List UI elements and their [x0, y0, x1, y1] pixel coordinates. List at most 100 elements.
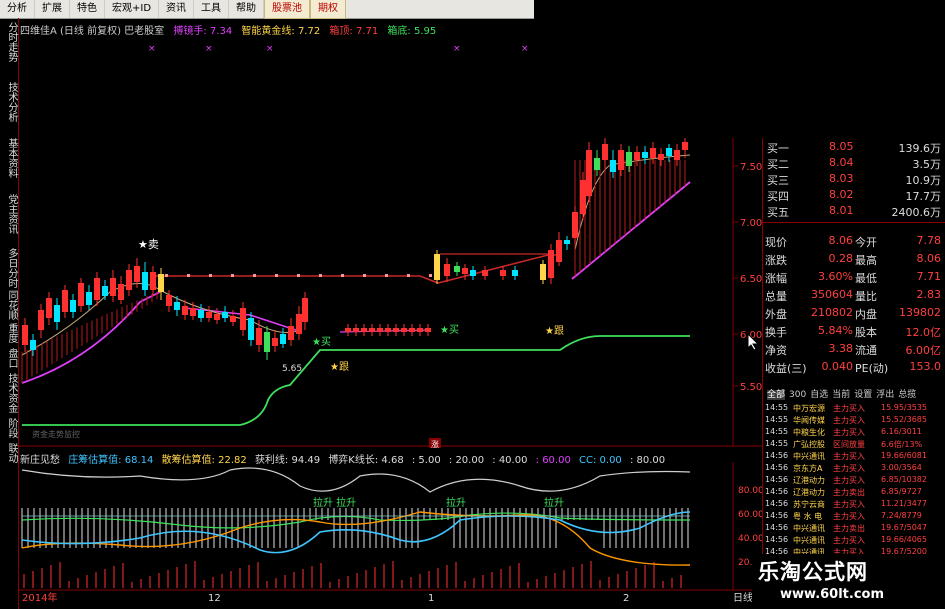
- stat-value: 0.040: [821, 360, 854, 373]
- candle: [564, 236, 570, 250]
- radar-row[interactable]: 14:56 中兴通讯 主力卖出 19.67/5047: [763, 523, 945, 534]
- menu-item[interactable]: 扩展: [35, 0, 70, 18]
- orderbook-volume: 3.5万: [912, 158, 942, 171]
- radar-row[interactable]: 14:55 中粮生化 主力买入 6.16/3011: [763, 427, 945, 438]
- menu-item[interactable]: 股票池: [264, 0, 311, 19]
- radar-row[interactable]: 14:56 中兴通讯 主力买入 19.66/6081: [763, 451, 945, 462]
- side-tab[interactable]: 重度: [1, 323, 17, 343]
- candle: [462, 264, 468, 280]
- radar-value: 19.67/5047: [881, 523, 927, 532]
- orderbook-row: 买五 8.01 2400.6万: [763, 204, 945, 219]
- ma-line: [21, 283, 301, 356]
- candle: [512, 266, 518, 280]
- side-tab[interactable]: 分时走势: [1, 22, 17, 62]
- indicator-value: : 5.00: [411, 455, 441, 466]
- candle: [22, 318, 28, 352]
- radar-time: 14:56: [765, 487, 789, 496]
- candle: [401, 324, 407, 336]
- candle: [272, 330, 278, 352]
- stat-label: PE(动): [855, 362, 889, 375]
- radar-row[interactable]: 14:55 广弘控股 区间放量 6.6倍/13%: [763, 439, 945, 450]
- radar-stock: 中万宏源: [793, 404, 825, 413]
- candle: [70, 294, 76, 318]
- top-marker: ×: [266, 44, 274, 54]
- indicator-line: [21, 467, 691, 493]
- radar-tab[interactable]: 总揽: [898, 390, 916, 400]
- side-tab[interactable]: 党主资讯: [1, 194, 17, 234]
- candle: [454, 262, 460, 276]
- watermark-url: www.60lt.com: [780, 587, 885, 602]
- side-tab[interactable]: 同花顺: [1, 290, 17, 320]
- candle: [280, 328, 286, 348]
- candle: [377, 324, 383, 336]
- radar-value: 3.00/3564: [881, 463, 922, 472]
- date-label: 1: [428, 593, 434, 604]
- menu-item[interactable]: 期权: [310, 0, 347, 19]
- radar-time: 14:56: [765, 511, 789, 520]
- side-tab[interactable]: 技术: [1, 373, 17, 393]
- menu-item[interactable]: 资讯: [159, 0, 195, 18]
- radar-row[interactable]: 14:56 粤 水 电 主力买入 7.24/8779: [763, 511, 945, 522]
- radar-time: 14:56: [765, 523, 789, 532]
- candle: [54, 298, 60, 330]
- radar-row[interactable]: 14:56 中兴通讯 主力买入 19.66/4065: [763, 535, 945, 546]
- quote-stat-row: 涨跌 0.28 最高 8.06: [763, 252, 945, 267]
- candle: [610, 150, 616, 178]
- side-tab[interactable]: 阶段: [1, 418, 17, 438]
- indicator-tick-label: 60.00: [738, 510, 764, 520]
- candle: [110, 270, 116, 302]
- quote-stat-row: 收益(三) 0.040 PE(动) 153.0: [763, 360, 945, 375]
- quote-panel: 买一 8.05 139.6万 买二 8.04 3.5万 买三 8.03 10.9万 买四 8.02 1…: [762, 138, 945, 387]
- radar-row[interactable]: 14:56 辽港动力 主力卖出 6.85/9727: [763, 487, 945, 498]
- side-tab[interactable]: 技术分析: [1, 82, 17, 122]
- radar-row[interactable]: 14:56 京东方A 主力买入 3.00/3564: [763, 463, 945, 474]
- side-tab[interactable]: 多日分时: [1, 248, 17, 288]
- candle: [572, 206, 578, 244]
- candle: [126, 264, 132, 296]
- side-tab[interactable]: 联动: [1, 443, 17, 463]
- box-marker: [231, 274, 234, 277]
- radar-tab[interactable]: 当前: [832, 390, 850, 400]
- radar-row[interactable]: 14:56 苏宁云商 主力买入 11.21/3477: [763, 499, 945, 510]
- candle: [618, 144, 624, 176]
- radar-action: 主力卖出: [833, 524, 865, 533]
- box-marker: [165, 274, 168, 277]
- radar-action: 主力买入: [833, 536, 865, 545]
- box-top-line: [150, 254, 560, 284]
- side-tab[interactable]: 盘口: [1, 348, 17, 368]
- pull-up-label: 拉升: [544, 496, 564, 509]
- menu-item[interactable]: 分析: [0, 0, 35, 18]
- bottom-note: 资金走势监控: [32, 429, 80, 439]
- radar-row[interactable]: 14:55 华闻传媒 主力买入 15.52/3685: [763, 415, 945, 426]
- menu-item[interactable]: 工具: [194, 0, 230, 18]
- side-tab[interactable]: 资金: [1, 393, 17, 413]
- stat-label: 净资: [765, 344, 787, 357]
- orderbook-row: 买四 8.02 17.7万: [763, 188, 945, 203]
- menu-item[interactable]: 帮助: [229, 0, 265, 18]
- radar-stock: 华闻传媒: [793, 416, 825, 425]
- indicator-value: 庄筹估算值: 68.14: [68, 455, 154, 466]
- candle: [102, 280, 108, 300]
- radar-time: 14:56: [765, 535, 789, 544]
- candle: [548, 244, 554, 284]
- radar-tab[interactable]: 300: [789, 390, 806, 400]
- low-price-label: 5.65: [282, 364, 302, 374]
- radar-tab[interactable]: 浮出: [876, 390, 894, 400]
- radar-tab[interactable]: 设置: [854, 390, 872, 400]
- radar-tab[interactable]: 自选: [810, 390, 828, 400]
- candle: [642, 146, 648, 164]
- top-marker: ×: [521, 44, 529, 54]
- candle: [470, 266, 476, 280]
- radar-tab[interactable]: 全部: [767, 390, 786, 400]
- indicator-value: : 80.00: [629, 455, 666, 466]
- menu-item[interactable]: 特色: [70, 0, 105, 18]
- side-tab[interactable]: 基本资料: [1, 138, 17, 178]
- stat-label: 换手: [765, 326, 787, 339]
- radar-row[interactable]: 14:55 中万宏源 主力买入 15.95/3535: [763, 403, 945, 414]
- menu-item[interactable]: 宏观+ID: [105, 0, 160, 18]
- indicator-pane: [21, 467, 691, 588]
- indicator-line: [21, 512, 691, 529]
- radar-row[interactable]: 14:56 辽港动力 主力买入 6.85/10382: [763, 475, 945, 486]
- orderbook-price: 8.02: [829, 188, 854, 201]
- candle: [248, 312, 254, 346]
